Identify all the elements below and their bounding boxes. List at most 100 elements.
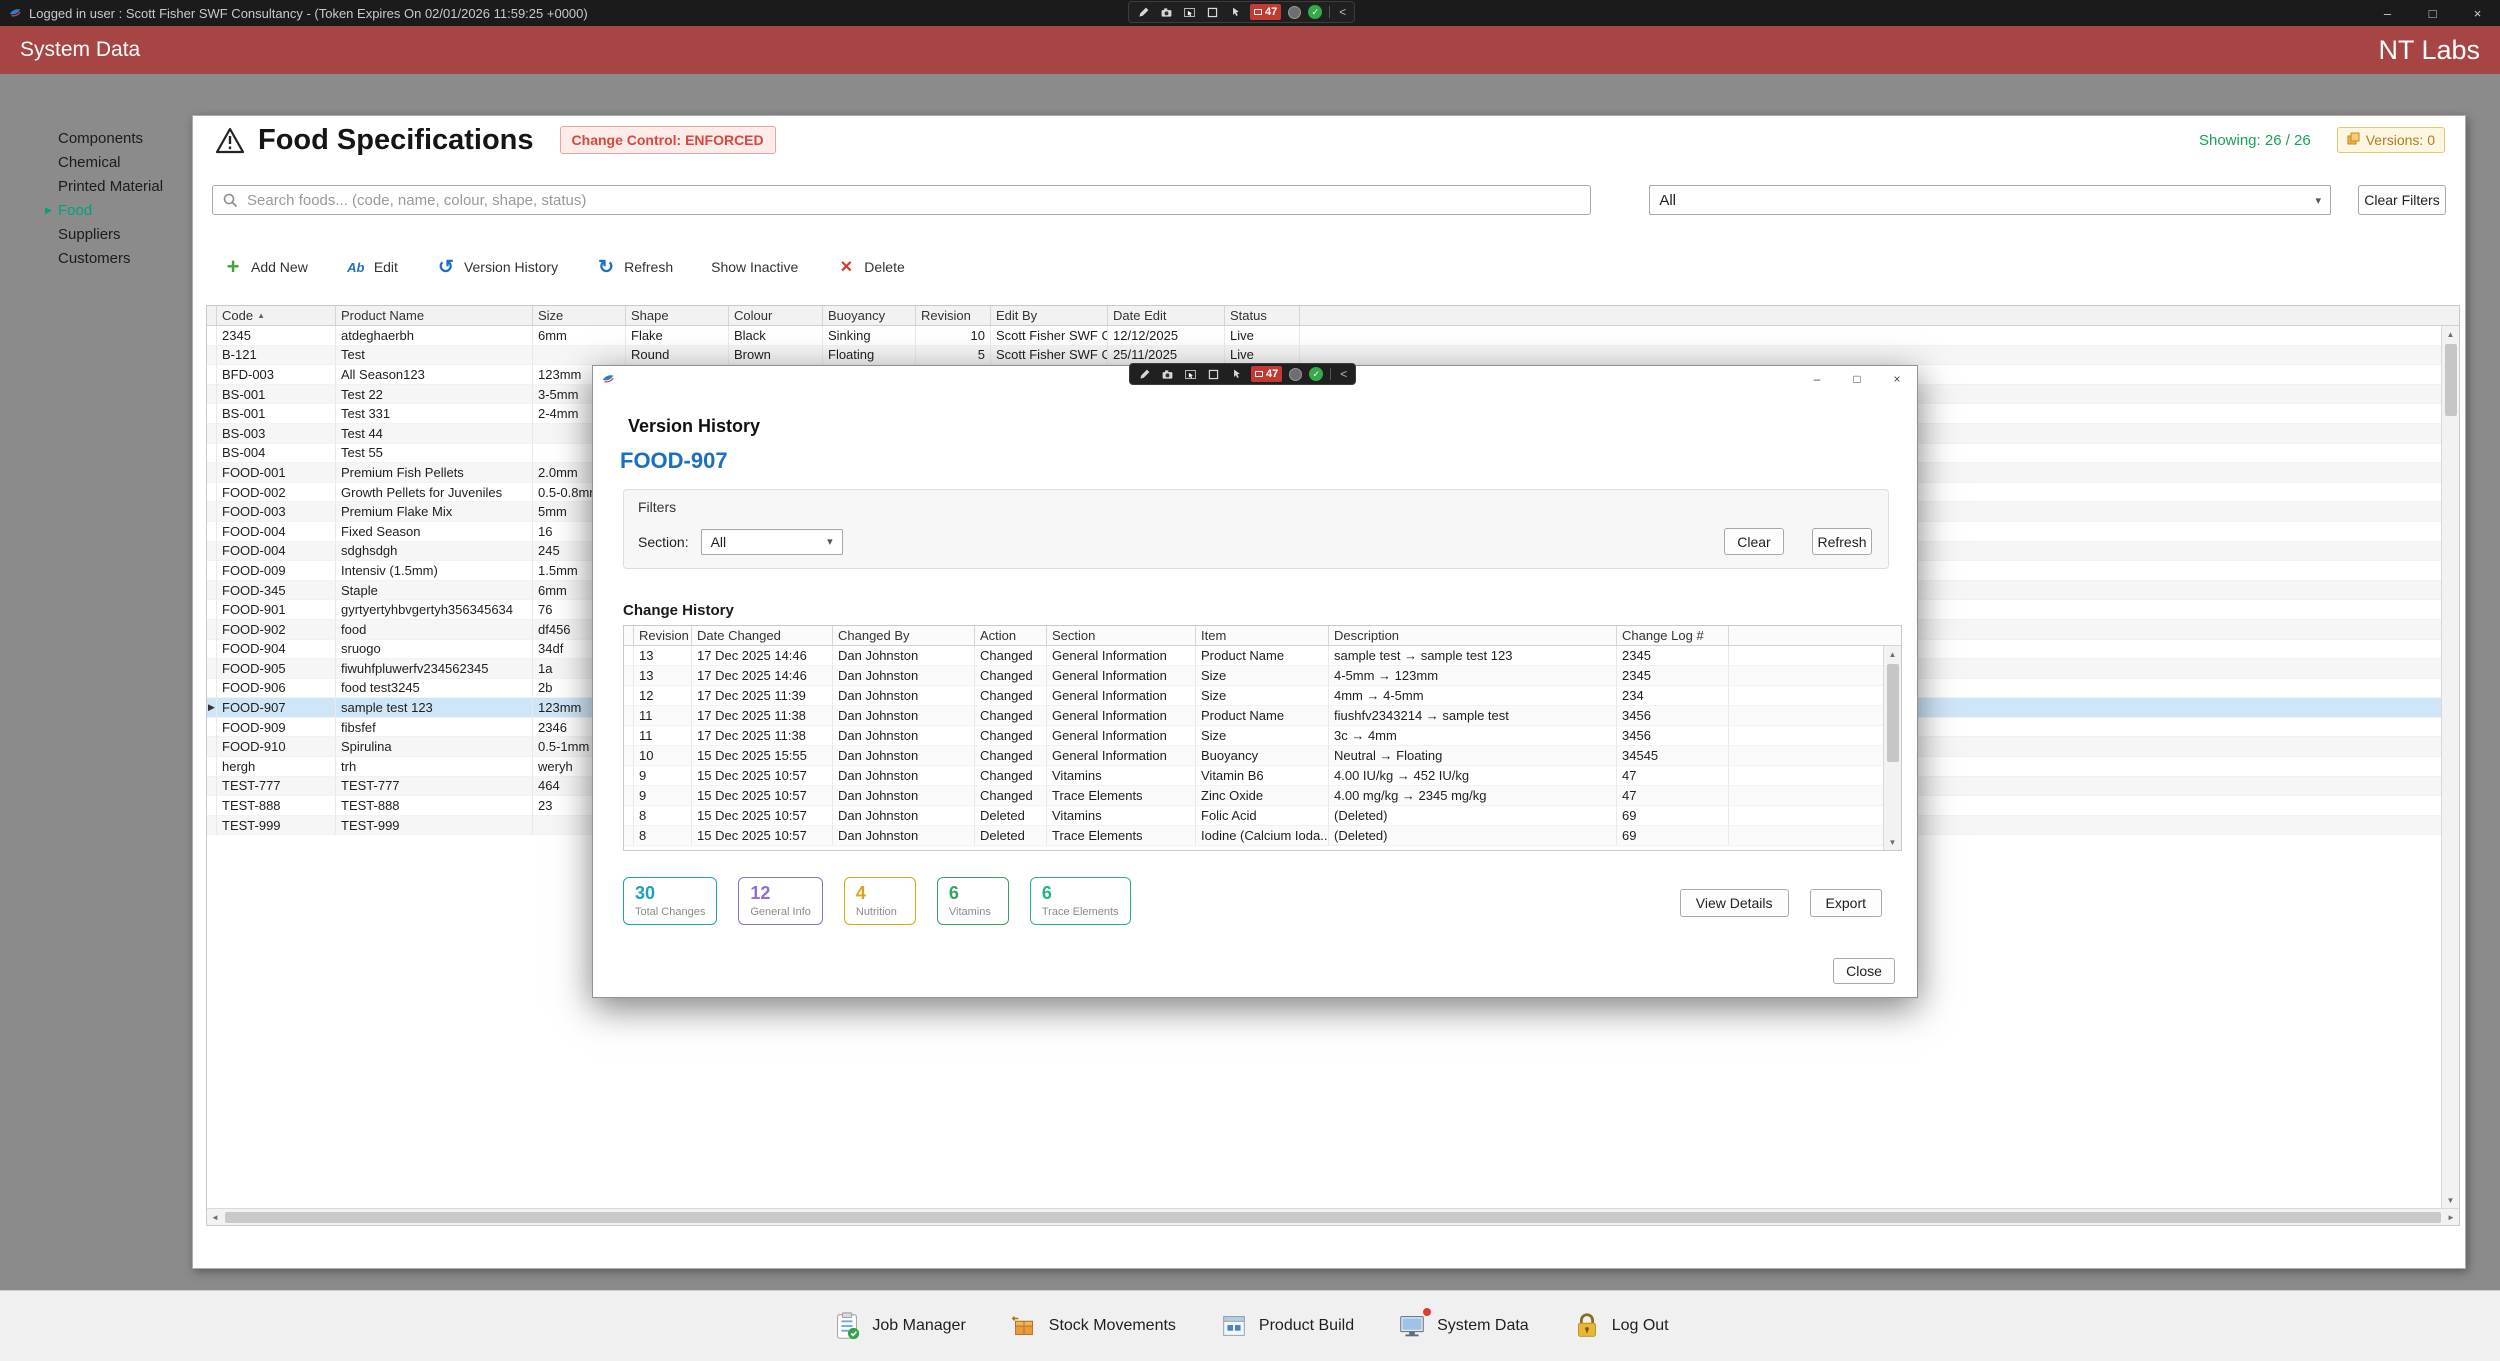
pen-icon[interactable] [1135, 5, 1151, 20]
edit-button[interactable]: AbEdit [346, 257, 398, 277]
table-row[interactable]: 915 Dec 2025 10:57Dan JohnstonChangedVit… [624, 766, 1883, 786]
maximize-icon[interactable]: □ [1837, 366, 1877, 392]
food-table-vertical-scrollbar[interactable]: ▲ ▼ [2441, 326, 2459, 1208]
sidebar-item-components[interactable]: Components [58, 126, 192, 150]
bottom-nav-product-build[interactable]: Product Build [1208, 1304, 1364, 1348]
version-history-button[interactable]: ↺Version History [436, 257, 558, 277]
versions-badge[interactable]: Versions: 0 [2337, 127, 2445, 153]
table-row[interactable]: 815 Dec 2025 10:57Dan JohnstonDeletedTra… [624, 826, 1883, 846]
close-button[interactable]: Close [1833, 958, 1895, 984]
column-header-changed-by[interactable]: Changed By [833, 626, 975, 645]
column-header-date-changed[interactable]: Date Changed [692, 626, 833, 645]
column-header-colour[interactable]: Colour [729, 306, 823, 325]
scrollbar-thumb[interactable] [1887, 664, 1899, 762]
sidebar-item-customers[interactable]: Customers [58, 246, 192, 270]
status-check-icon[interactable]: ✓ [1309, 367, 1323, 381]
record-icon[interactable] [1289, 368, 1302, 381]
refresh-button[interactable]: ↻Refresh [596, 257, 673, 277]
camera-icon[interactable] [1158, 5, 1174, 20]
bottom-nav-job-manager[interactable]: Job Manager [821, 1304, 975, 1348]
region-select-icon[interactable] [1182, 367, 1198, 382]
section-select[interactable]: All ▾ [701, 529, 843, 555]
sidebar-item-suppliers[interactable]: Suppliers [58, 222, 192, 246]
column-header-code[interactable]: Code▲ [217, 306, 336, 325]
delete-button[interactable]: ×Delete [836, 257, 904, 277]
food-table-horizontal-scrollbar[interactable]: ◄ ► [207, 1208, 2459, 1225]
table-row[interactable]: 1317 Dec 2025 14:46Dan JohnstonChangedGe… [624, 646, 1883, 666]
bottom-nav-log-out[interactable]: Log Out [1561, 1304, 1679, 1348]
column-header-edit-by[interactable]: Edit By [991, 306, 1108, 325]
sidebar-item-food[interactable]: ▶Food [58, 198, 192, 222]
collapse-toolbar-icon[interactable]: < [1338, 367, 1349, 381]
collapse-toolbar-icon[interactable]: < [1337, 5, 1348, 19]
cell-item: Product Name [1196, 646, 1329, 666]
table-row[interactable]: 1117 Dec 2025 11:38Dan JohnstonChangedGe… [624, 706, 1883, 726]
sidebar-item-chemical[interactable]: Chemical [58, 150, 192, 174]
column-header-section[interactable]: Section [1047, 626, 1196, 645]
capture-toolbar-modal[interactable]: 47 ✓ < [1129, 363, 1356, 385]
show-inactive-button[interactable]: Show Inactive [711, 259, 798, 275]
column-header-date-edit[interactable]: Date Edit [1108, 306, 1225, 325]
table-row[interactable]: 1217 Dec 2025 11:39Dan JohnstonChangedGe… [624, 686, 1883, 706]
bottom-nav-system-data[interactable]: System Data [1386, 1304, 1539, 1348]
close-icon[interactable]: × [2455, 0, 2500, 26]
capture-toolbar[interactable]: 47 ✓ < [1128, 1, 1355, 23]
pointer-icon[interactable] [1227, 5, 1243, 20]
add-new-button[interactable]: +Add New [223, 257, 308, 277]
column-header-description[interactable]: Description [1329, 626, 1617, 645]
window-frame-icon[interactable] [1205, 367, 1221, 382]
scroll-down-icon[interactable]: ▼ [2442, 1192, 2459, 1208]
region-select-icon[interactable] [1181, 5, 1197, 20]
column-header-revision[interactable]: Revision [634, 626, 692, 645]
column-header-size[interactable]: Size [533, 306, 626, 325]
scrollbar-track[interactable] [2442, 342, 2459, 1192]
scroll-up-icon[interactable]: ▲ [2442, 326, 2459, 342]
search-input[interactable] [212, 185, 1591, 215]
minimize-icon[interactable]: – [1797, 366, 1837, 392]
table-row[interactable]: 1015 Dec 2025 15:55Dan JohnstonChangedGe… [624, 746, 1883, 766]
scrollbar-track[interactable] [1884, 662, 1901, 834]
scroll-up-icon[interactable]: ▲ [1884, 646, 1901, 662]
camera-icon[interactable] [1159, 367, 1175, 382]
column-header-change-log[interactable]: Change Log # [1617, 626, 1729, 645]
maximize-icon[interactable]: □ [2410, 0, 2455, 26]
pointer-icon[interactable] [1228, 367, 1244, 382]
column-header-status[interactable]: Status [1225, 306, 1300, 325]
scroll-left-icon[interactable]: ◄ [207, 1213, 223, 1222]
column-header-action[interactable]: Action [975, 626, 1047, 645]
table-row[interactable]: 1317 Dec 2025 14:46Dan JohnstonChangedGe… [624, 666, 1883, 686]
scroll-down-icon[interactable]: ▼ [1884, 834, 1901, 850]
status-check-icon[interactable]: ✓ [1308, 5, 1322, 19]
table-row[interactable]: 1117 Dec 2025 11:38Dan JohnstonChangedGe… [624, 726, 1883, 746]
column-header-shape[interactable]: Shape [626, 306, 729, 325]
clear-filters-button[interactable]: Clear Filters [2358, 185, 2446, 215]
change-history-vertical-scrollbar[interactable]: ▲ ▼ [1883, 646, 1901, 850]
filters-controls: Section: All ▾ Clear Refresh [638, 528, 1872, 555]
refresh-button[interactable]: Refresh [1812, 528, 1872, 555]
table-row[interactable]: 2345atdeghaerbh6mmFlakeBlackSinking10Sco… [207, 326, 2441, 346]
section-select-value: All [711, 534, 727, 550]
table-row[interactable]: 915 Dec 2025 10:57Dan JohnstonChangedTra… [624, 786, 1883, 806]
toolbar-button-label: Show Inactive [711, 259, 798, 275]
export-button[interactable]: Export [1810, 889, 1882, 917]
window-frame-icon[interactable] [1204, 5, 1220, 20]
table-row[interactable]: 815 Dec 2025 10:57Dan JohnstonDeletedVit… [624, 806, 1883, 826]
close-icon[interactable]: × [1877, 366, 1917, 392]
column-header-revision[interactable]: Revision [916, 306, 991, 325]
scroll-right-icon[interactable]: ► [2443, 1213, 2459, 1222]
clear-button[interactable]: Clear [1724, 528, 1784, 555]
view-details-button[interactable]: View Details [1680, 889, 1789, 917]
scrollbar-thumb[interactable] [2445, 344, 2457, 416]
row-selector [207, 444, 217, 464]
bottom-nav-stock-movements[interactable]: Stock Movements [998, 1304, 1186, 1348]
minimize-icon[interactable]: – [2365, 0, 2410, 26]
h-scrollbar-thumb[interactable] [225, 1212, 2441, 1223]
column-header-product-name[interactable]: Product Name [336, 306, 533, 325]
column-header-label: Buoyancy [828, 308, 885, 323]
column-header-buoyancy[interactable]: Buoyancy [823, 306, 916, 325]
record-icon[interactable] [1288, 6, 1301, 19]
pen-icon[interactable] [1136, 367, 1152, 382]
category-filter-select[interactable]: All ▾ [1649, 185, 2331, 215]
sidebar-item-printed-material[interactable]: Printed Material [58, 174, 192, 198]
column-header-item[interactable]: Item [1196, 626, 1329, 645]
